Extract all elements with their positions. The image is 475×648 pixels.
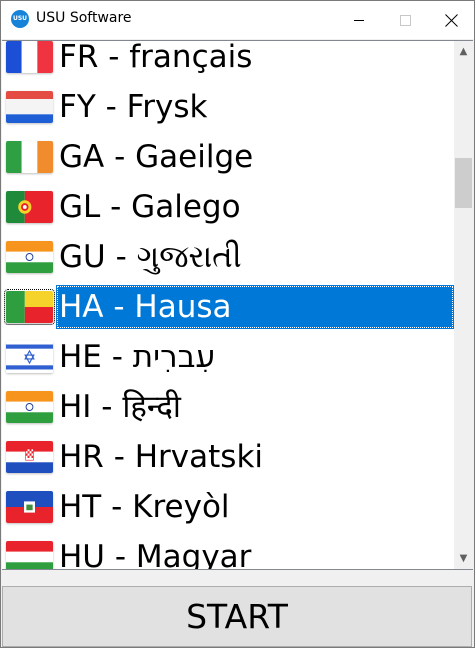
ireland-flag-icon: [6, 141, 53, 173]
list-item-hu[interactable]: HU - Magyar: [2, 527, 455, 570]
list-item-label: FR - français: [59, 40, 253, 75]
croatia-flag-icon: [6, 441, 53, 473]
maximize-button: [382, 1, 428, 39]
list-item-fy[interactable]: FY - Frysk: [2, 77, 455, 127]
language-list[interactable]: FR - français FY - Frysk GA - Gaeilge GL…: [2, 40, 473, 570]
list-item-label: GL - Galego: [59, 189, 241, 225]
list-item-label: GU - ગુજરાતી: [59, 239, 242, 275]
india-flag-icon: [6, 241, 53, 273]
israel-flag-icon: [6, 341, 53, 373]
list-item-label: HT - Kreyòl: [59, 489, 230, 525]
list-item-ga[interactable]: GA - Gaeilge: [2, 127, 455, 177]
friesland-flag-icon: [6, 91, 53, 123]
list-item-label: GA - Gaeilge: [59, 139, 254, 175]
list-item-fr[interactable]: FR - français: [2, 40, 455, 77]
list-item-label: HE - עִברִית: [59, 339, 216, 375]
india-flag-icon: [6, 391, 53, 423]
vertical-scrollbar[interactable]: ▲ ▼: [454, 41, 473, 569]
close-button[interactable]: [428, 1, 474, 39]
list-item-label: FY - Frysk: [59, 89, 208, 125]
list-item-gu[interactable]: GU - ગુજરાતી: [2, 227, 455, 277]
list-item-ht[interactable]: HT - Kreyòl: [2, 477, 455, 527]
benin-flag-icon: [4, 289, 55, 325]
usu-logo-icon: USU: [11, 10, 29, 28]
window-title: USU Software: [36, 10, 132, 26]
france-flag-icon: [6, 41, 53, 73]
app-window: USU USU Software FR - français FY - Frys…: [0, 0, 475, 648]
list-item-label: HU - Magyar: [59, 539, 252, 570]
portugal-flag-icon: [6, 191, 53, 223]
list-item-label: HA - Hausa: [56, 285, 454, 329]
maximize-icon: [399, 14, 411, 26]
app-icon-text: USU: [12, 15, 28, 22]
list-item-hr[interactable]: HR - Hrvatski: [2, 427, 455, 477]
chevron-down-icon: ▼: [459, 553, 468, 564]
list-item-label: HI - हिन्दी: [59, 389, 181, 425]
title-bar[interactable]: USU USU Software: [1, 1, 474, 39]
scrollbar-thumb[interactable]: [455, 158, 472, 208]
scroll-up-button[interactable]: ▲: [454, 43, 473, 60]
hungary-flag-icon: [6, 541, 53, 569]
list-item-ha[interactable]: HA - Hausa: [2, 277, 455, 329]
start-button[interactable]: START: [2, 586, 472, 647]
close-icon: [445, 14, 458, 27]
minimize-button[interactable]: [336, 1, 382, 39]
minimize-icon: [354, 19, 364, 21]
scroll-down-button[interactable]: ▼: [454, 550, 473, 567]
list-item-hi[interactable]: HI - हिन्दी: [2, 377, 455, 427]
list-item-gl[interactable]: GL - Galego: [2, 177, 455, 227]
list-item-label: HR - Hrvatski: [59, 439, 264, 475]
chevron-up-icon: ▲: [459, 46, 468, 57]
haiti-flag-icon: [6, 491, 53, 523]
list-item-he[interactable]: HE - עִברִית: [2, 327, 455, 377]
